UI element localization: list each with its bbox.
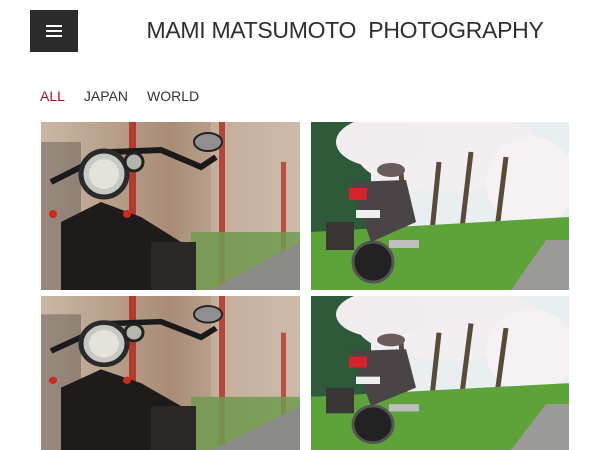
filter-nav: ALL JAPAN WORLD xyxy=(40,87,199,105)
motorcycle-cherry-blossoms-image xyxy=(311,296,569,450)
menu-button[interactable] xyxy=(30,10,78,52)
motorcycle-closeup-image xyxy=(41,296,300,450)
photo-motorcycle-cherry-blossoms[interactable] xyxy=(311,122,569,290)
site-title[interactable]: MAMI MATSUMOTO PHOTOGRAPHY xyxy=(90,14,600,46)
photo-motorcycle-cherry-blossoms[interactable] xyxy=(311,296,569,450)
photo-motorcycle-closeup[interactable] xyxy=(41,296,300,450)
motorcycle-closeup-image xyxy=(41,122,300,290)
photo-gallery xyxy=(41,122,569,450)
filter-japan[interactable]: JAPAN xyxy=(84,87,128,105)
photo-motorcycle-closeup[interactable] xyxy=(41,122,300,290)
motorcycle-cherry-blossoms-image xyxy=(311,122,569,290)
filter-all[interactable]: ALL xyxy=(40,87,65,105)
filter-world[interactable]: WORLD xyxy=(147,87,199,105)
hamburger-menu-icon xyxy=(46,25,62,37)
